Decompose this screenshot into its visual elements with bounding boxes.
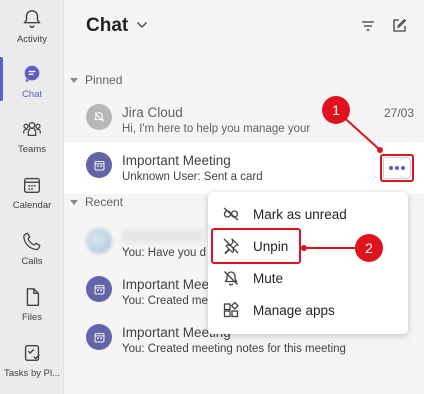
app-rail: Activity Chat Teams Calendar Calls Files… <box>0 0 64 394</box>
rail-chat[interactable]: Chat <box>0 57 64 113</box>
rail-calendar-label: Calendar <box>12 200 52 211</box>
rail-calls-label: Calls <box>21 256 43 267</box>
filter-icon[interactable] <box>360 18 376 34</box>
chat-header: Chat <box>64 0 424 54</box>
page-title: Chat <box>86 15 129 36</box>
rail-calls[interactable]: Calls <box>0 230 64 280</box>
mark-unread-icon <box>223 207 239 221</box>
bell-icon <box>23 10 41 28</box>
chat-row-preview: Hi, I'm here to help you manage your Jir… <box>122 123 312 135</box>
chevron-down-icon[interactable] <box>136 20 148 30</box>
calendar-icon <box>94 160 104 170</box>
menu-item-label: Mute <box>253 270 284 286</box>
rail-teams-label: Teams <box>18 144 46 155</box>
menu-item-label: Manage apps <box>253 302 335 318</box>
menu-item-mute[interactable]: Mute <box>208 262 408 294</box>
teams-icon <box>23 121 41 137</box>
meeting-avatar <box>86 152 112 178</box>
section-recent-label: Recent <box>85 195 124 209</box>
section-recent[interactable]: Recent <box>70 194 123 210</box>
rail-calendar[interactable]: Calendar <box>0 174 64 224</box>
bell-off-icon <box>94 112 104 122</box>
calendar-icon <box>23 177 41 194</box>
calendar-icon <box>94 284 104 294</box>
tasks-icon <box>24 344 40 362</box>
mute-bell-icon <box>224 271 238 286</box>
avatar <box>86 228 112 254</box>
apps-icon <box>223 301 239 318</box>
rail-activity[interactable]: Activity <box>0 8 64 58</box>
phone-icon <box>23 232 41 251</box>
rail-tasks-label: Tasks by Pl... <box>4 368 60 379</box>
chat-row-name: Jira Cloud <box>122 105 183 120</box>
menu-item-manage-apps[interactable]: Manage apps <box>208 294 408 326</box>
chat-row-preview: You: Created meeting notes for this meet… <box>122 343 346 355</box>
chat-icon <box>24 65 40 83</box>
muted-bot-avatar <box>86 104 112 130</box>
step-badge-1: 1 <box>322 96 350 124</box>
callout-box-more-options <box>380 154 414 182</box>
rail-teams[interactable]: Teams <box>0 118 64 168</box>
section-pinned-label: Pinned <box>85 73 123 87</box>
menu-item-mark-unread[interactable]: Mark as unread <box>208 198 408 230</box>
rail-chat-label: Chat <box>21 89 43 100</box>
collapse-triangle-icon <box>70 77 78 83</box>
calendar-icon <box>94 332 104 342</box>
file-icon <box>26 288 40 306</box>
collapse-triangle-icon <box>70 199 78 205</box>
meeting-avatar <box>86 276 112 302</box>
rail-activity-label: Activity <box>16 34 48 45</box>
step-badge-2: 2 <box>355 234 383 262</box>
meeting-avatar <box>86 324 112 350</box>
chat-row-name-redacted <box>122 229 202 243</box>
new-chat-icon[interactable] <box>391 18 407 34</box>
chat-row-preview: Unknown User: Sent a card <box>122 171 263 183</box>
callout-box-unpin <box>211 228 301 264</box>
menu-item-label: Mark as unread <box>253 206 347 222</box>
chat-row-name: Important Meeting <box>122 153 231 168</box>
rail-files-label: Files <box>21 312 43 323</box>
rail-tasks[interactable]: Tasks by Pl... <box>0 342 64 392</box>
chat-row-preview: You: Have you d <box>122 247 206 259</box>
section-pinned[interactable]: Pinned <box>70 72 122 88</box>
callout-leader-line-2 <box>301 245 356 251</box>
rail-files[interactable]: Files <box>0 286 64 336</box>
